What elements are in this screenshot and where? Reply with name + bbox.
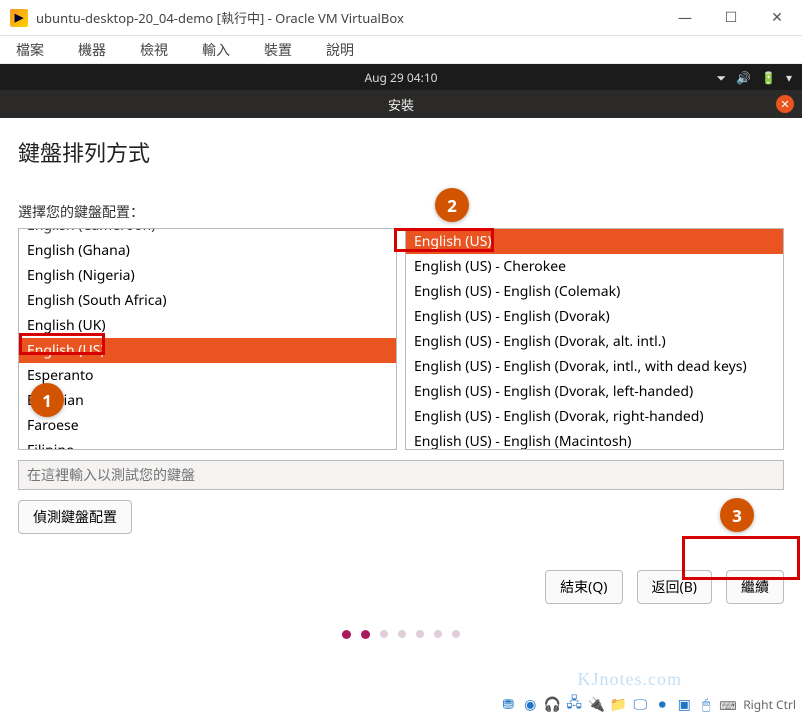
dialog-titlebar: 安裝 ✕ — [0, 90, 802, 118]
progress-dots — [18, 630, 784, 639]
page-heading: 鍵盤排列方式 — [18, 136, 784, 168]
battery-icon[interactable]: 🔋 — [761, 69, 776, 86]
installer-content: 鍵盤排列方式 選擇您的鍵盤配置： English (Cameroon)Engli… — [0, 118, 802, 647]
window-title: ubuntu-desktop-20_04-demo [執行中] - Oracle… — [36, 8, 676, 27]
hostkey-icon: ⌨ — [719, 697, 733, 711]
list-item[interactable]: English (Cameroon) — [19, 228, 396, 238]
list-item[interactable]: Esperanto — [19, 363, 396, 388]
maximize-button[interactable]: ☐ — [722, 8, 740, 27]
menubar: 檔案 機器 檢視 輸入 裝置 說明 — [0, 36, 802, 64]
annotation-callout-1: 1 — [30, 383, 64, 417]
virtualbox-icon: ▶ — [10, 9, 28, 27]
menu-input[interactable]: 輸入 — [202, 40, 230, 60]
quit-button[interactable]: 結束(Q) — [545, 570, 622, 604]
minimize-button[interactable]: — — [676, 8, 694, 27]
network-icon[interactable]: ⏷ — [716, 69, 726, 86]
recording-icon[interactable]: ⏺ — [653, 696, 671, 712]
list-item[interactable]: English (US) - English (Dvorak) — [406, 304, 783, 329]
dialog-title: 安裝 — [388, 95, 414, 114]
annotation-callout-3: 3 — [720, 498, 754, 532]
prompt-label: 選擇您的鍵盤配置： — [18, 202, 784, 222]
list-item[interactable]: English (US) - English (Dvorak, intl., w… — [406, 354, 783, 379]
list-item[interactable]: English (US) - Cherokee — [406, 254, 783, 279]
network-icon[interactable]: 🖧 — [565, 696, 583, 712]
audio-icon[interactable]: 🎧 — [543, 696, 561, 712]
cpu-icon[interactable]: ▣ — [675, 696, 693, 712]
list-item[interactable]: Estonian — [19, 388, 396, 413]
list-item[interactable]: English (UK) — [19, 313, 396, 338]
window-titlebar: ▶ ubuntu-desktop-20_04-demo [執行中] - Orac… — [0, 0, 802, 36]
menu-view[interactable]: 檢視 — [140, 40, 168, 60]
menu-devices[interactable]: 裝置 — [264, 40, 292, 60]
power-icon[interactable]: ▾ — [786, 69, 792, 86]
dot — [361, 630, 370, 639]
dot — [380, 630, 388, 638]
dot — [452, 630, 460, 638]
dot — [434, 630, 442, 638]
menu-machine[interactable]: 機器 — [78, 40, 106, 60]
continue-button[interactable]: 繼續 — [726, 570, 784, 604]
close-button[interactable]: ✕ — [768, 8, 786, 27]
display-icon[interactable]: 🖵 — [631, 696, 649, 712]
list-item[interactable]: English (Ghana) — [19, 238, 396, 263]
window-controls: — ☐ ✕ — [676, 8, 786, 27]
menu-file[interactable]: 檔案 — [16, 40, 44, 60]
hdd-icon[interactable]: ⛃ — [499, 696, 517, 712]
list-item[interactable]: English (US) - English (Dvorak, left-han… — [406, 379, 783, 404]
keyboard-layout-list[interactable]: English (Cameroon)English (Ghana)English… — [18, 228, 397, 450]
optical-icon[interactable]: ◉ — [521, 696, 539, 712]
clock[interactable]: Aug 29 04:10 — [364, 69, 437, 86]
list-item[interactable]: English (US) - English (Colemak) — [406, 279, 783, 304]
virtualbox-statusbar: ⛃ ◉ 🎧 🖧 🔌 📁 🖵 ⏺ ▣ 🖱 ⌨ Right Ctrl — [6, 692, 796, 716]
list-item[interactable]: Faroese — [19, 413, 396, 438]
shared-folder-icon[interactable]: 📁 — [609, 696, 627, 712]
list-item[interactable]: English (US) — [406, 229, 783, 254]
dot — [342, 630, 351, 639]
hostkey-label: Right Ctrl — [743, 696, 796, 713]
list-item[interactable]: English (South Africa) — [19, 288, 396, 313]
menu-help[interactable]: 說明 — [326, 40, 354, 60]
list-item[interactable]: English (US) - English (Dvorak, alt. int… — [406, 329, 783, 354]
dot — [416, 630, 424, 638]
back-button[interactable]: 返回(B) — [637, 570, 713, 604]
mouse-integration-icon[interactable]: 🖱 — [697, 696, 715, 712]
annotation-callout-2: 2 — [435, 188, 469, 222]
dot — [398, 630, 406, 638]
keyboard-test-input[interactable] — [18, 460, 784, 490]
volume-icon[interactable]: 🔊 — [736, 69, 751, 86]
usb-icon[interactable]: 🔌 — [587, 696, 605, 712]
list-item[interactable]: English (US) - English (Dvorak, right-ha… — [406, 404, 783, 429]
watermark: KJnotes.com — [578, 669, 683, 690]
guest-top-bar: Aug 29 04:10 ⏷ 🔊 🔋 ▾ — [0, 64, 802, 90]
list-item[interactable]: English (Nigeria) — [19, 263, 396, 288]
tray-area: ⏷ 🔊 🔋 ▾ — [716, 69, 792, 86]
detect-layout-button[interactable]: 偵測鍵盤配置 — [18, 500, 132, 534]
keyboard-variant-list[interactable]: English (US)English (US) - CherokeeEngli… — [405, 228, 784, 450]
list-item[interactable]: Filipino — [19, 438, 396, 450]
dialog-close-button[interactable]: ✕ — [776, 95, 794, 113]
list-item[interactable]: English (US) — [19, 338, 396, 363]
list-item[interactable]: English (US) - English (Macintosh) — [406, 429, 783, 450]
